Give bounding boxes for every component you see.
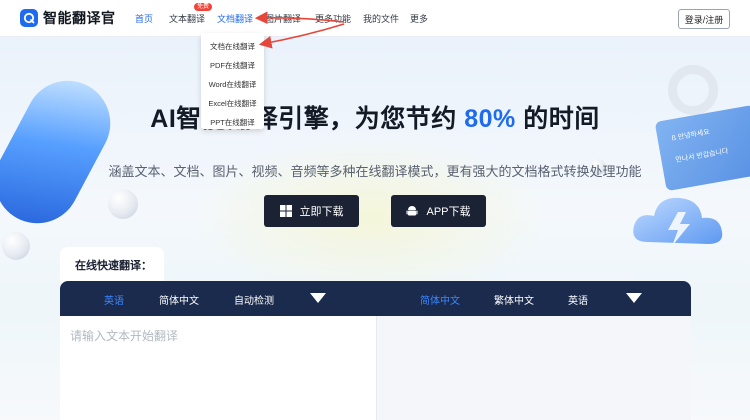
nav-text-translate[interactable]: 文本翻译 (169, 12, 205, 25)
decorative-sphere (108, 189, 138, 219)
nav-more[interactable]: 更多 (410, 12, 428, 25)
hero-title: AI智能翻译引擎，为您节约 80% 的时间 (150, 105, 600, 133)
top-header: 智能翻译官 首页 文本翻译 免费 文档翻译 图片翻译 更多功能 我的文件 更多 … (0, 0, 750, 37)
app-download-button[interactable]: APP下载 (391, 195, 486, 227)
nav-image-translate[interactable]: 图片翻译 (265, 12, 301, 25)
decorative-sphere (2, 232, 30, 260)
dropdown-item-pdf[interactable]: PDF在线翻译 (201, 56, 264, 75)
target-lang-simplified-chinese[interactable]: 简体中文 (420, 292, 460, 307)
nav-more-features[interactable]: 更多功能 (315, 12, 351, 25)
nav-home[interactable]: 首页 (135, 12, 153, 25)
logo[interactable]: 智能翻译官 (20, 8, 116, 28)
cloud-lightning-icon (633, 197, 723, 246)
free-badge: 免费 (194, 3, 213, 11)
logo-icon (20, 9, 38, 27)
nav-my-files[interactable]: 我的文件 (363, 12, 399, 25)
source-lang-dropdown-icon[interactable] (310, 293, 326, 303)
translation-output (376, 316, 691, 420)
decorative-blue-shape (0, 65, 126, 239)
source-text-placeholder: 请输入文本开始翻译 (70, 329, 179, 343)
dropdown-item-ppt[interactable]: PPT在线翻译 (201, 113, 264, 132)
login-register-button[interactable]: 登录/注册 (678, 9, 730, 29)
dropdown-item-doc-online[interactable]: 文档在线翻译 (201, 37, 264, 56)
language-bar: 英语 简体中文 自动检测 简体中文 繁体中文 英语 (60, 281, 691, 316)
source-lang-auto-detect[interactable]: 自动检测 (234, 292, 274, 307)
nav-doc-translate[interactable]: 文档翻译 (217, 12, 253, 25)
dropdown-item-excel[interactable]: Excel在线翻译 (201, 94, 264, 113)
windows-icon (279, 205, 292, 217)
source-text-input[interactable]: 请输入文本开始翻译 (60, 316, 376, 420)
doc-translate-dropdown: 文档在线翻译 PDF在线翻译 Word在线翻译 Excel在线翻译 PPT在线翻… (201, 33, 264, 129)
target-lang-dropdown-icon[interactable] (626, 293, 642, 303)
source-lang-english[interactable]: 英语 (104, 292, 124, 307)
download-button[interactable]: 立即下载 (264, 195, 359, 227)
source-lang-simplified-chinese[interactable]: 简体中文 (159, 292, 199, 307)
android-icon (406, 205, 418, 217)
target-lang-traditional-chinese[interactable]: 繁体中文 (494, 292, 534, 307)
target-lang-english[interactable]: 英语 (568, 292, 588, 307)
dropdown-item-word[interactable]: Word在线翻译 (201, 75, 264, 94)
quick-translate-tab[interactable]: 在线快速翻译： (60, 247, 164, 283)
hero-subtitle: 涵盖文本、文档、图片、视频、音频等多种在线翻译模式，更有强大的文档格式转换处理功… (108, 164, 642, 179)
logo-text: 智能翻译官 (43, 10, 116, 26)
